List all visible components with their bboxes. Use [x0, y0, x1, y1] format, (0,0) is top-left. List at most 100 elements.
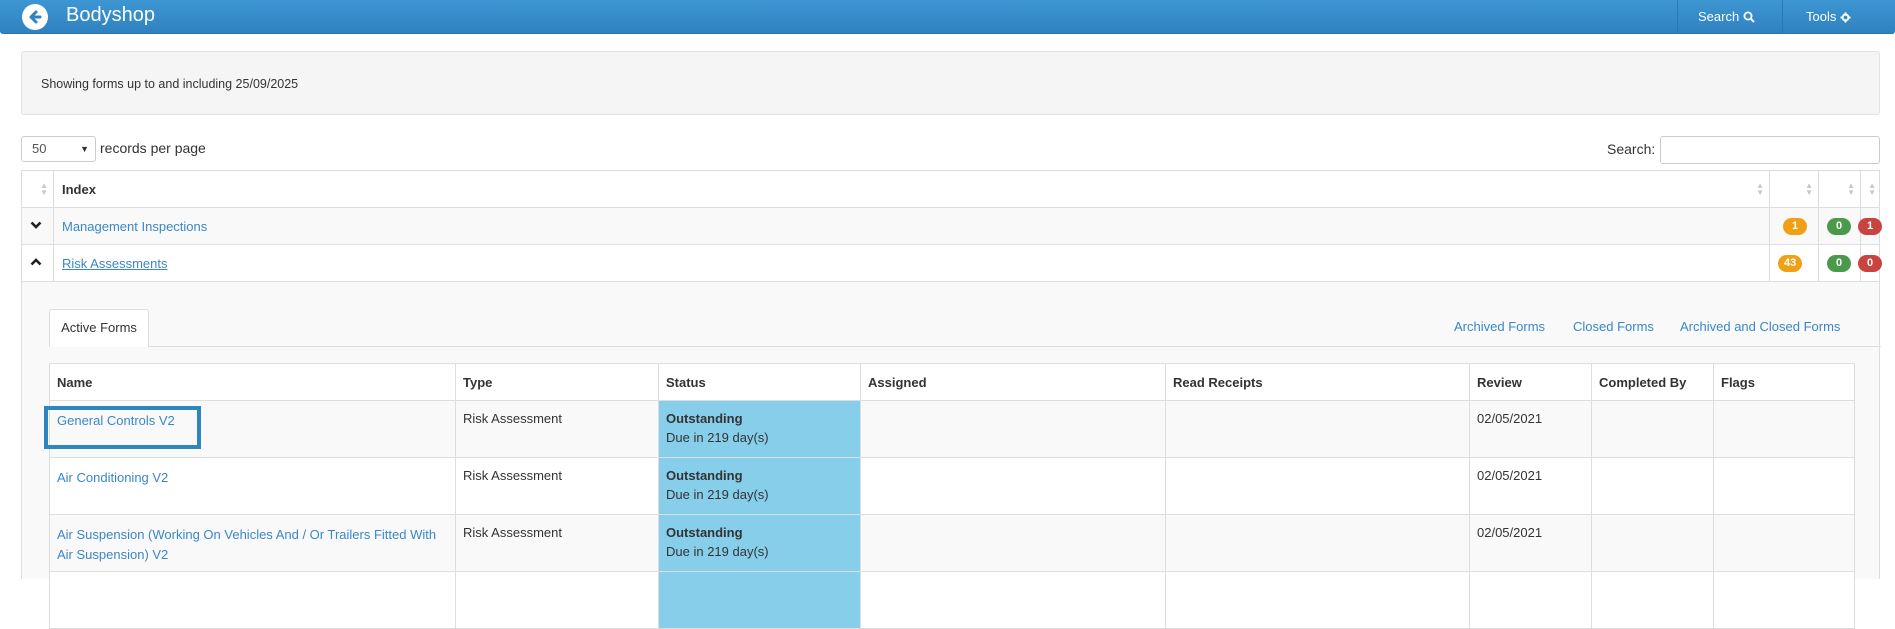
type-text: Risk Assessment	[463, 411, 562, 426]
review-cell: 02/05/2021	[1469, 401, 1591, 457]
search-input[interactable]	[1660, 136, 1880, 164]
column-header-status[interactable]: Status	[658, 364, 860, 400]
risk-assessments-link[interactable]: Risk Assessments	[62, 256, 167, 271]
assigned-cell	[860, 458, 1165, 514]
assigned-cell	[860, 572, 1165, 628]
count-cell: 43	[1769, 245, 1818, 281]
status-cell	[658, 572, 860, 628]
type-cell: Risk Assessment	[455, 458, 658, 514]
back-button[interactable]	[22, 4, 48, 30]
nav-tools-button[interactable]: Tools	[1806, 6, 1851, 28]
status-cell: Outstanding Due in 219 day(s)	[658, 515, 860, 571]
type-text: Risk Assessment	[463, 468, 562, 483]
records-per-page-select[interactable]: 50 ▼	[21, 136, 96, 162]
search-icon	[1743, 11, 1755, 23]
expand-toggle[interactable]	[22, 208, 53, 244]
table-row-partial	[50, 572, 1854, 629]
form-name-link[interactable]: General Controls V2	[57, 411, 448, 431]
review-cell: 02/05/2021	[1469, 458, 1591, 514]
gear-icon	[1840, 11, 1851, 23]
top-navbar: Bodyshop Search Tools	[0, 0, 1895, 34]
type-cell: Risk Assessment	[455, 401, 658, 457]
column-header-flags[interactable]: Flags	[1713, 364, 1856, 400]
review-cell: 02/05/2021	[1469, 515, 1591, 571]
records-per-page-value: 50	[32, 141, 47, 156]
forms-table: Name Type Status Assigned Read Receipts …	[49, 363, 1855, 629]
risk-assessments-panel: Active Forms Archived Forms Closed Forms…	[21, 282, 1881, 629]
count-cell: 1	[1769, 208, 1818, 244]
form-name-link[interactable]: Air Conditioning V2	[57, 468, 448, 488]
count-cell: 0	[1818, 208, 1860, 244]
collapse-toggle[interactable]	[22, 245, 53, 281]
sort-icon: ▲ ▼	[1805, 181, 1813, 197]
closed-forms-link[interactable]: Closed Forms	[1573, 319, 1654, 334]
outstanding-count-badge: 1	[1783, 218, 1807, 235]
type-cell	[455, 572, 658, 628]
tab-active-forms[interactable]: Active Forms	[49, 309, 149, 347]
sort-icon: ▲ ▼	[40, 181, 48, 197]
chevron-down-icon	[30, 221, 42, 229]
read-receipts-cell	[1165, 458, 1469, 514]
info-text: Showing forms up to and including 25/09/…	[41, 77, 299, 91]
caret-down-icon: ▼	[80, 144, 89, 154]
completed-by-cell	[1591, 515, 1713, 571]
archived-forms-link[interactable]: Archived Forms	[1454, 319, 1545, 334]
count-column-header-2[interactable]: ▲ ▼	[1818, 171, 1860, 207]
archived-and-closed-forms-link[interactable]: Archived and Closed Forms	[1680, 319, 1840, 334]
status-cell: Outstanding Due in 219 day(s)	[658, 401, 860, 457]
read-receipts-cell	[1165, 515, 1469, 571]
index-label-cell: Risk Assessments	[53, 245, 1769, 281]
completed-by-cell	[1591, 572, 1713, 628]
column-header-read-receipts[interactable]: Read Receipts	[1165, 364, 1469, 400]
due-text: Due in 219 day(s)	[666, 487, 769, 502]
index-header-row: ▲ ▼ Index ▲ ▼ ▲ ▼ ▲ ▼ ▲ ▼	[22, 171, 1879, 208]
completed-by-cell	[1591, 458, 1713, 514]
due-text: Due in 219 day(s)	[666, 544, 769, 559]
chevron-up-icon	[30, 258, 42, 266]
status-text: Outstanding	[666, 411, 743, 426]
index-column-header[interactable]: Index ▲ ▼	[53, 171, 1769, 207]
form-name-link[interactable]: Air Suspension (Working On Vehicles And …	[57, 525, 448, 565]
column-header-type[interactable]: Type	[455, 364, 658, 400]
completed-count-badge: 0	[1827, 218, 1851, 235]
table-row: General Controls V2 Risk Assessment Outs…	[50, 401, 1854, 458]
count-column-header-1[interactable]: ▲ ▼	[1769, 171, 1818, 207]
completed-count-badge: 0	[1827, 255, 1851, 272]
nav-search-button[interactable]: Search	[1698, 6, 1755, 28]
completed-by-cell	[1591, 401, 1713, 457]
status-text: Outstanding	[666, 468, 743, 483]
records-per-page-label: records per page	[100, 140, 206, 156]
table-row: Air Conditioning V2 Risk Assessment Outs…	[50, 458, 1854, 515]
review-cell	[1469, 572, 1591, 628]
nav-tools-label: Tools	[1806, 9, 1837, 24]
management-inspections-link[interactable]: Management Inspections	[62, 219, 207, 234]
column-header-assigned[interactable]: Assigned	[860, 364, 1165, 400]
review-date: 02/05/2021	[1477, 525, 1543, 540]
assigned-cell	[860, 401, 1165, 457]
name-cell: General Controls V2	[50, 401, 455, 457]
sort-icon: ▲ ▼	[1756, 181, 1764, 197]
expand-column-header[interactable]: ▲ ▼	[22, 171, 53, 207]
type-cell: Risk Assessment	[455, 515, 658, 571]
column-header-completed-by[interactable]: Completed By	[1591, 364, 1713, 400]
nav-divider	[1677, 0, 1678, 34]
forms-table-header: Name Type Status Assigned Read Receipts …	[50, 364, 1854, 401]
review-date: 02/05/2021	[1477, 411, 1543, 426]
outstanding-count-badge: 43	[1778, 255, 1803, 272]
review-date: 02/05/2021	[1477, 468, 1543, 483]
status-text: Outstanding	[666, 525, 743, 540]
sort-icon: ▲ ▼	[1868, 181, 1876, 197]
index-table: ▲ ▼ Index ▲ ▼ ▲ ▼ ▲ ▼ ▲ ▼ Management Inspecti…	[21, 170, 1882, 282]
column-header-name[interactable]: Name	[50, 364, 455, 400]
index-row-management-inspections: Management Inspections 1 0 1	[22, 208, 1882, 245]
overdue-count-badge: 0	[1858, 255, 1882, 272]
overdue-count-badge: 1	[1858, 218, 1882, 235]
nav-divider	[1782, 0, 1783, 34]
app-title: Bodyshop	[66, 4, 155, 26]
count-column-header-3[interactable]: ▲ ▼	[1860, 171, 1881, 207]
table-row: Air Suspension (Working On Vehicles And …	[50, 515, 1854, 572]
assigned-cell	[860, 515, 1165, 571]
type-text: Risk Assessment	[463, 525, 562, 540]
column-header-review[interactable]: Review	[1469, 364, 1591, 400]
name-cell: Air Conditioning V2	[50, 458, 455, 514]
